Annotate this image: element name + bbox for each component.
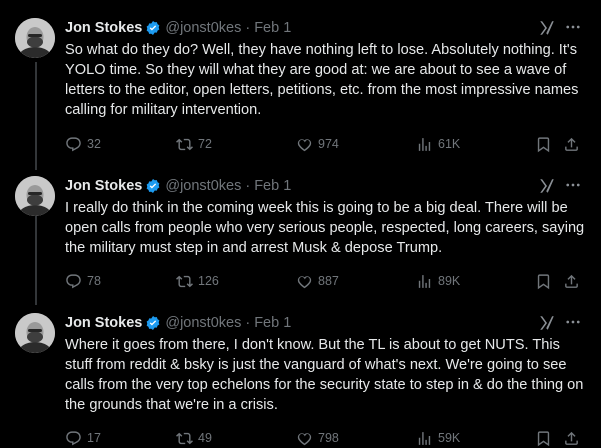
more-dots-icon[interactable] xyxy=(564,176,582,194)
reply-button[interactable]: 78 xyxy=(65,271,101,291)
author-handle[interactable]: @jonst0kes xyxy=(165,20,241,36)
separator-dot: · xyxy=(245,20,251,36)
tweet-actions: 32 72 974 61K xyxy=(65,134,585,154)
reply-icon xyxy=(66,430,81,445)
repost-button[interactable]: 72 xyxy=(176,134,212,154)
tweet-header: Jon Stokes @jonst0kes · Feb 1 xyxy=(65,313,291,333)
more-dots-icon[interactable] xyxy=(564,313,582,331)
like-count: 974 xyxy=(318,137,339,151)
tweet-actions: 78 126 887 89K xyxy=(65,271,585,291)
author-name[interactable]: Jon Stokes xyxy=(65,315,142,331)
thread-connector xyxy=(35,62,37,170)
share-button[interactable] xyxy=(563,134,580,154)
thread-connector xyxy=(35,205,37,305)
verified-badge-icon xyxy=(147,179,160,193)
grok-icon[interactable] xyxy=(538,314,556,332)
verified-badge-icon xyxy=(147,316,160,330)
separator-dot: · xyxy=(245,315,251,331)
repost-count: 72 xyxy=(198,137,212,151)
tweet-date[interactable]: Feb 1 xyxy=(254,178,291,194)
grok-icon[interactable] xyxy=(538,19,556,37)
views-icon xyxy=(418,137,431,151)
grok-icon[interactable] xyxy=(538,177,556,195)
repost-button[interactable]: 126 xyxy=(176,271,219,291)
author-handle[interactable]: @jonst0kes xyxy=(165,315,241,331)
share-icon xyxy=(565,137,578,151)
bookmark-button[interactable] xyxy=(535,271,552,291)
tweet-date[interactable]: Feb 1 xyxy=(254,315,291,331)
tweet-header: Jon Stokes @jonst0kes · Feb 1 xyxy=(65,18,291,38)
repost-icon xyxy=(176,275,193,287)
bookmark-icon xyxy=(537,136,550,152)
repost-count: 126 xyxy=(198,274,219,288)
views-count: 61K xyxy=(438,137,461,151)
tweet-date[interactable]: Feb 1 xyxy=(254,20,291,36)
avatar[interactable] xyxy=(15,18,55,58)
reply-count: 17 xyxy=(87,431,101,445)
like-icon xyxy=(297,275,312,288)
avatar[interactable] xyxy=(15,176,55,216)
views-button[interactable]: 61K xyxy=(416,134,460,154)
author-name[interactable]: Jon Stokes xyxy=(65,20,142,36)
bookmark-icon xyxy=(537,273,550,289)
views-button[interactable]: 59K xyxy=(416,428,460,448)
share-button[interactable] xyxy=(563,428,580,448)
bookmark-icon xyxy=(537,430,550,446)
tweet-text: Where it goes from there, I don't know. … xyxy=(65,337,584,413)
reply-icon xyxy=(66,136,81,151)
separator-dot: · xyxy=(245,178,251,194)
like-icon xyxy=(297,138,312,151)
like-count: 798 xyxy=(318,431,339,445)
verified-badge-icon xyxy=(147,21,160,35)
repost-icon xyxy=(176,432,193,444)
author-name[interactable]: Jon Stokes xyxy=(65,178,142,194)
more-dots-icon[interactable] xyxy=(564,18,582,36)
like-icon xyxy=(297,432,312,445)
views-icon xyxy=(418,431,431,445)
bookmark-button[interactable] xyxy=(535,134,552,154)
avatar[interactable] xyxy=(15,313,55,353)
reply-count: 78 xyxy=(87,274,101,288)
repost-icon xyxy=(176,138,193,150)
tweet-text: So what do they do? Well, they have noth… xyxy=(65,42,579,118)
share-button[interactable] xyxy=(563,271,580,291)
reply-button[interactable]: 32 xyxy=(65,134,101,154)
views-count: 59K xyxy=(438,431,461,445)
like-button[interactable]: 887 xyxy=(296,271,339,291)
reply-icon xyxy=(66,273,81,288)
reply-button[interactable]: 17 xyxy=(65,428,101,448)
author-handle[interactable]: @jonst0kes xyxy=(165,178,241,194)
bookmark-button[interactable] xyxy=(535,428,552,448)
tweet-text: I really do think in the coming week thi… xyxy=(65,200,585,256)
views-button[interactable]: 89K xyxy=(416,271,460,291)
reply-count: 32 xyxy=(87,137,101,151)
share-icon xyxy=(565,274,578,288)
views-count: 89K xyxy=(438,274,461,288)
like-count: 887 xyxy=(318,274,339,288)
like-button[interactable]: 798 xyxy=(296,428,339,448)
tweet-header: Jon Stokes @jonst0kes · Feb 1 xyxy=(65,176,291,196)
tweet-actions: 17 49 798 59K xyxy=(65,428,585,448)
views-icon xyxy=(418,274,431,288)
repost-count: 49 xyxy=(198,431,212,445)
repost-button[interactable]: 49 xyxy=(176,428,212,448)
share-icon xyxy=(565,431,578,445)
like-button[interactable]: 974 xyxy=(296,134,339,154)
